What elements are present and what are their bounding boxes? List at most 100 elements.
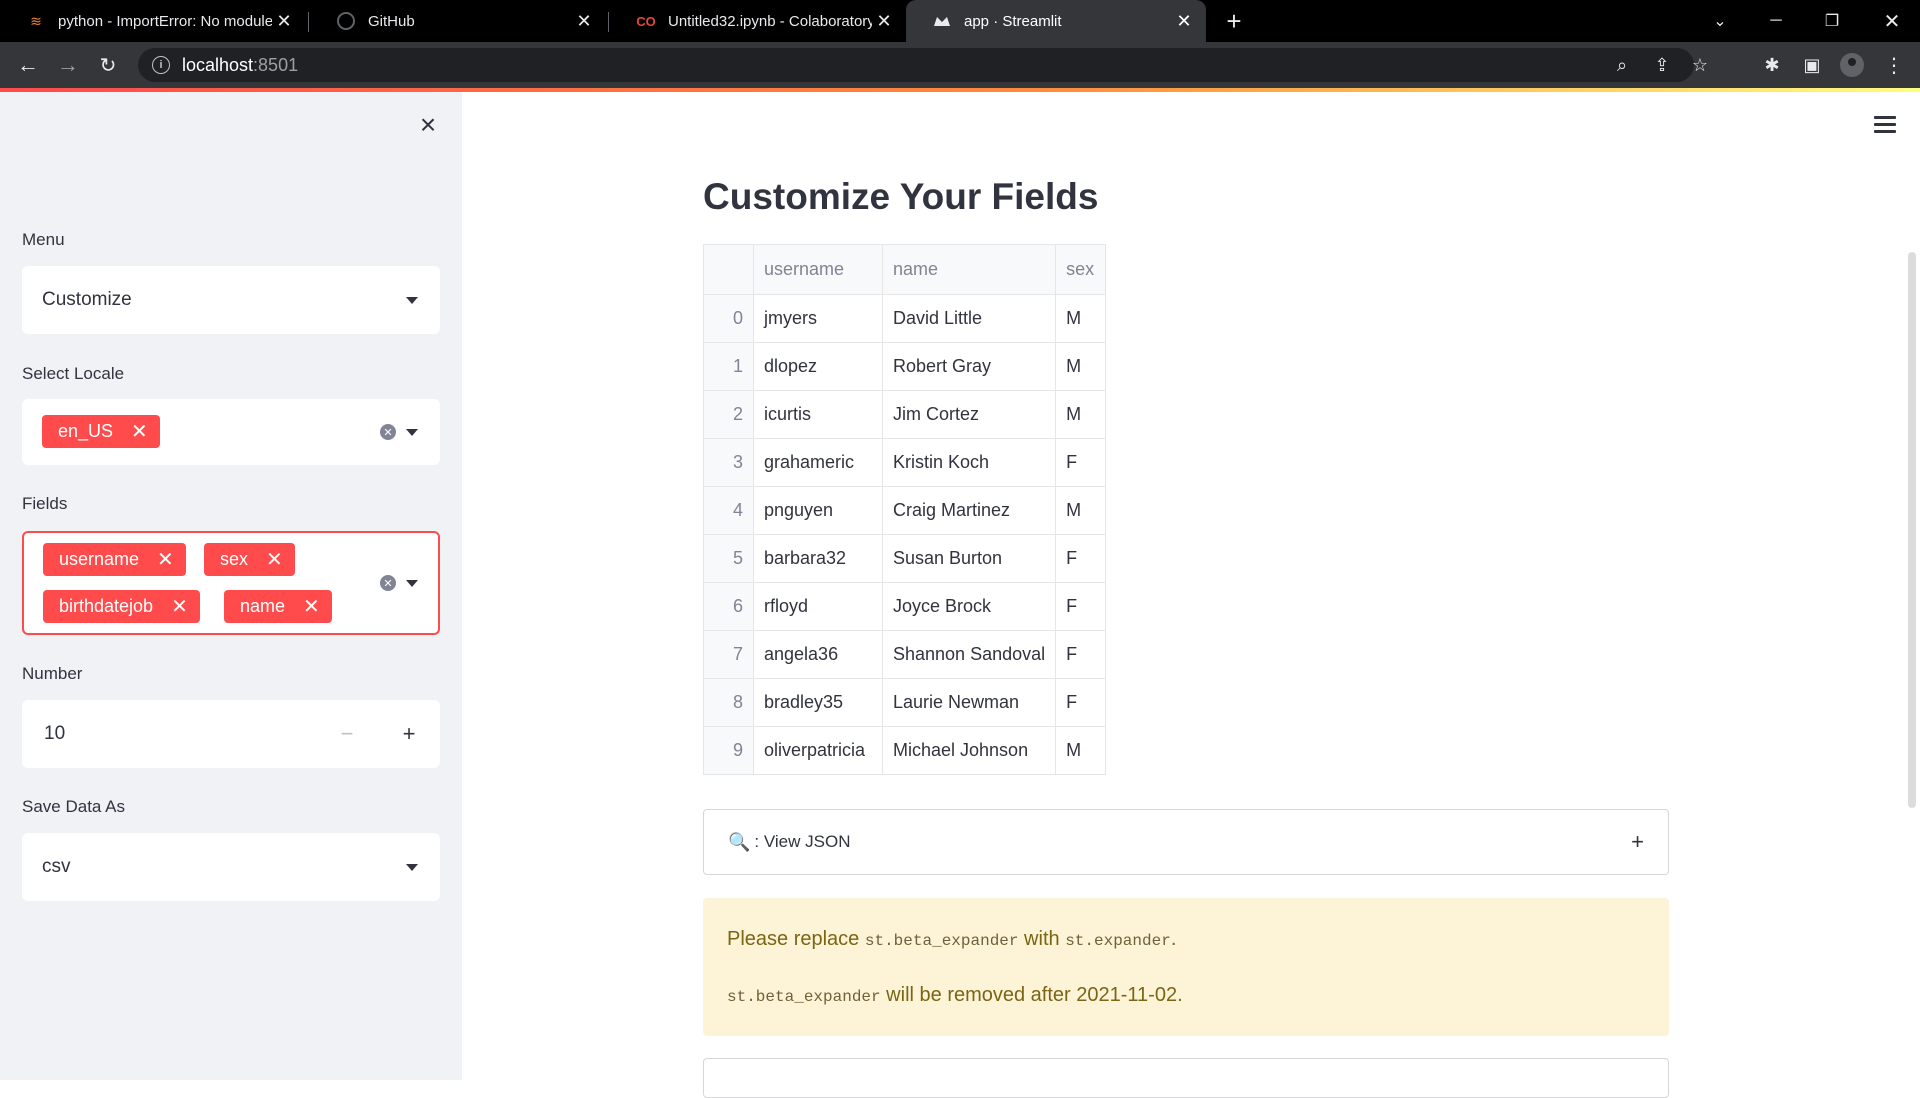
chevron-down-icon[interactable] bbox=[406, 297, 418, 304]
clear-all-icon[interactable]: ✕ bbox=[380, 424, 396, 440]
table-cell[interactable]: barbara32 bbox=[753, 534, 883, 583]
table-cell[interactable]: grahameric bbox=[753, 438, 883, 487]
locale-multiselect[interactable]: en_US ✕ ✕ bbox=[22, 399, 440, 465]
table-cell[interactable]: Robert Gray bbox=[881, 342, 1057, 391]
hamburger-menu-icon[interactable] bbox=[1870, 112, 1900, 136]
minimize-button[interactable]: ─ bbox=[1748, 0, 1804, 42]
side-panel-icon[interactable]: ▣ bbox=[1796, 49, 1828, 81]
table-cell[interactable]: M bbox=[1055, 342, 1107, 391]
table-cell[interactable]: oliverpatricia bbox=[753, 726, 883, 775]
tab-separator bbox=[608, 12, 609, 32]
remove-tag-icon[interactable]: ✕ bbox=[157, 547, 174, 572]
close-sidebar-icon[interactable]: × bbox=[413, 109, 443, 140]
row-index[interactable]: 5 bbox=[703, 534, 754, 583]
chevron-down-icon[interactable] bbox=[406, 580, 418, 587]
row-index[interactable]: 3 bbox=[703, 438, 754, 487]
extensions-icon[interactable]: ✱ bbox=[1756, 49, 1788, 81]
row-index[interactable]: 8 bbox=[703, 678, 754, 727]
tab-search-icon[interactable]: ⌄ bbox=[1692, 0, 1748, 42]
magnifier-icon: 🔍 bbox=[728, 831, 751, 852]
chevron-down-icon[interactable] bbox=[406, 429, 418, 436]
profile-avatar[interactable] bbox=[1836, 49, 1868, 81]
back-button[interactable]: ← bbox=[12, 49, 44, 81]
tab-stackoverflow[interactable]: ≋ python - ImportError: No module ✕ bbox=[0, 0, 306, 42]
remove-tag-icon[interactable]: ✕ bbox=[266, 547, 283, 572]
expand-plus-icon[interactable]: + bbox=[1631, 829, 1644, 855]
table-cell[interactable]: jmyers bbox=[753, 294, 883, 343]
window-close-button[interactable]: ✕ bbox=[1864, 0, 1920, 42]
view-json-expander[interactable]: 🔍 : View JSON + bbox=[703, 809, 1669, 875]
site-info-icon[interactable]: i bbox=[152, 56, 170, 74]
address-bar[interactable]: i localhost:8501 ⌕ ⇪ ☆ bbox=[138, 48, 1708, 82]
reload-button[interactable]: ↻ bbox=[92, 49, 124, 81]
bookmark-star-icon[interactable]: ☆ bbox=[1684, 48, 1716, 82]
table-cell[interactable]: angela36 bbox=[753, 630, 883, 679]
forward-button[interactable]: → bbox=[52, 49, 84, 81]
increment-button[interactable]: + bbox=[378, 700, 440, 768]
number-input[interactable]: 10 bbox=[44, 723, 65, 745]
zoom-icon[interactable]: ⌕ bbox=[1606, 48, 1638, 82]
tab-github[interactable]: GitHub ✕ bbox=[310, 0, 606, 42]
table-cell[interactable]: Susan Burton bbox=[881, 534, 1057, 583]
table-cell[interactable]: F bbox=[1055, 582, 1107, 631]
dataframe[interactable]: username name sex 0 jmyers David Little M 1 d… bbox=[703, 244, 1107, 775]
chrome-menu-icon[interactable]: ⋮ bbox=[1878, 49, 1910, 81]
column-header[interactable]: name bbox=[881, 244, 1057, 295]
table-cell[interactable]: M bbox=[1055, 390, 1107, 439]
table-cell[interactable]: F bbox=[1055, 678, 1107, 727]
fields-multiselect[interactable]: username ✕ sex ✕ birthdatejob ✕ name ✕ ✕ bbox=[22, 531, 440, 635]
table-cell[interactable]: Laurie Newman bbox=[881, 678, 1057, 727]
column-header[interactable]: username bbox=[753, 244, 883, 295]
decrement-button[interactable]: − bbox=[316, 700, 378, 768]
row-index[interactable]: 7 bbox=[703, 630, 754, 679]
table-cell[interactable]: F bbox=[1055, 438, 1107, 487]
table-cell[interactable]: M bbox=[1055, 294, 1107, 343]
menu-select[interactable]: Customize bbox=[22, 266, 440, 334]
table-cell[interactable]: Michael Johnson bbox=[881, 726, 1057, 775]
row-index[interactable]: 0 bbox=[703, 294, 754, 343]
close-tab-icon[interactable]: ✕ bbox=[872, 9, 896, 33]
scrollbar[interactable] bbox=[1908, 252, 1916, 808]
tab-streamlit-active[interactable]: app · Streamlit ✕ bbox=[906, 0, 1206, 42]
table-cell[interactable]: bradley35 bbox=[753, 678, 883, 727]
row-index[interactable]: 9 bbox=[703, 726, 754, 775]
remove-tag-icon[interactable]: ✕ bbox=[171, 594, 188, 619]
row-index[interactable]: 6 bbox=[703, 582, 754, 631]
row-index[interactable]: 2 bbox=[703, 390, 754, 439]
table-cell[interactable]: pnguyen bbox=[753, 486, 883, 535]
table-cell[interactable]: icurtis bbox=[753, 390, 883, 439]
table-cell[interactable]: F bbox=[1055, 534, 1107, 583]
table-cell[interactable]: M bbox=[1055, 486, 1107, 535]
table-cell[interactable]: Joyce Brock bbox=[881, 582, 1057, 631]
restore-button[interactable]: ❐ bbox=[1804, 0, 1860, 42]
close-tab-icon[interactable]: ✕ bbox=[1172, 9, 1196, 33]
table-cell[interactable]: Craig Martinez bbox=[881, 486, 1057, 535]
close-tab-icon[interactable]: ✕ bbox=[572, 9, 596, 33]
table-cell[interactable]: Shannon Sandoval bbox=[881, 630, 1057, 679]
table-cell[interactable]: rfloyd bbox=[753, 582, 883, 631]
table-row: 4 pnguyen Craig Martinez M bbox=[703, 486, 1107, 535]
remove-tag-icon[interactable]: ✕ bbox=[131, 419, 148, 444]
table-cell[interactable]: Jim Cortez bbox=[881, 390, 1057, 439]
table-cell[interactable]: M bbox=[1055, 726, 1107, 775]
table-cell[interactable]: dlopez bbox=[753, 342, 883, 391]
warning-text: Please replace bbox=[727, 928, 865, 950]
column-header[interactable] bbox=[703, 244, 754, 295]
field-tag: sex ✕ bbox=[204, 543, 295, 576]
number-label: Number bbox=[22, 664, 83, 683]
remove-tag-icon[interactable]: ✕ bbox=[303, 594, 320, 619]
clear-all-icon[interactable]: ✕ bbox=[380, 575, 396, 591]
share-icon[interactable]: ⇪ bbox=[1646, 48, 1678, 82]
new-tab-button[interactable]: + bbox=[1206, 0, 1262, 42]
table-cell[interactable]: Kristin Koch bbox=[881, 438, 1057, 487]
tab-colab[interactable]: CO Untitled32.ipynb - Colaboratory ✕ bbox=[610, 0, 906, 42]
row-index[interactable]: 4 bbox=[703, 486, 754, 535]
table-cell[interactable]: David Little bbox=[881, 294, 1057, 343]
row-index[interactable]: 1 bbox=[703, 342, 754, 391]
chevron-down-icon[interactable] bbox=[406, 864, 418, 871]
column-header[interactable]: sex bbox=[1055, 244, 1107, 295]
table-cell[interactable]: F bbox=[1055, 630, 1107, 679]
save-format-select[interactable]: csv bbox=[22, 833, 440, 901]
close-tab-icon[interactable]: ✕ bbox=[272, 9, 296, 33]
locale-tag-label: en_US bbox=[58, 421, 114, 441]
